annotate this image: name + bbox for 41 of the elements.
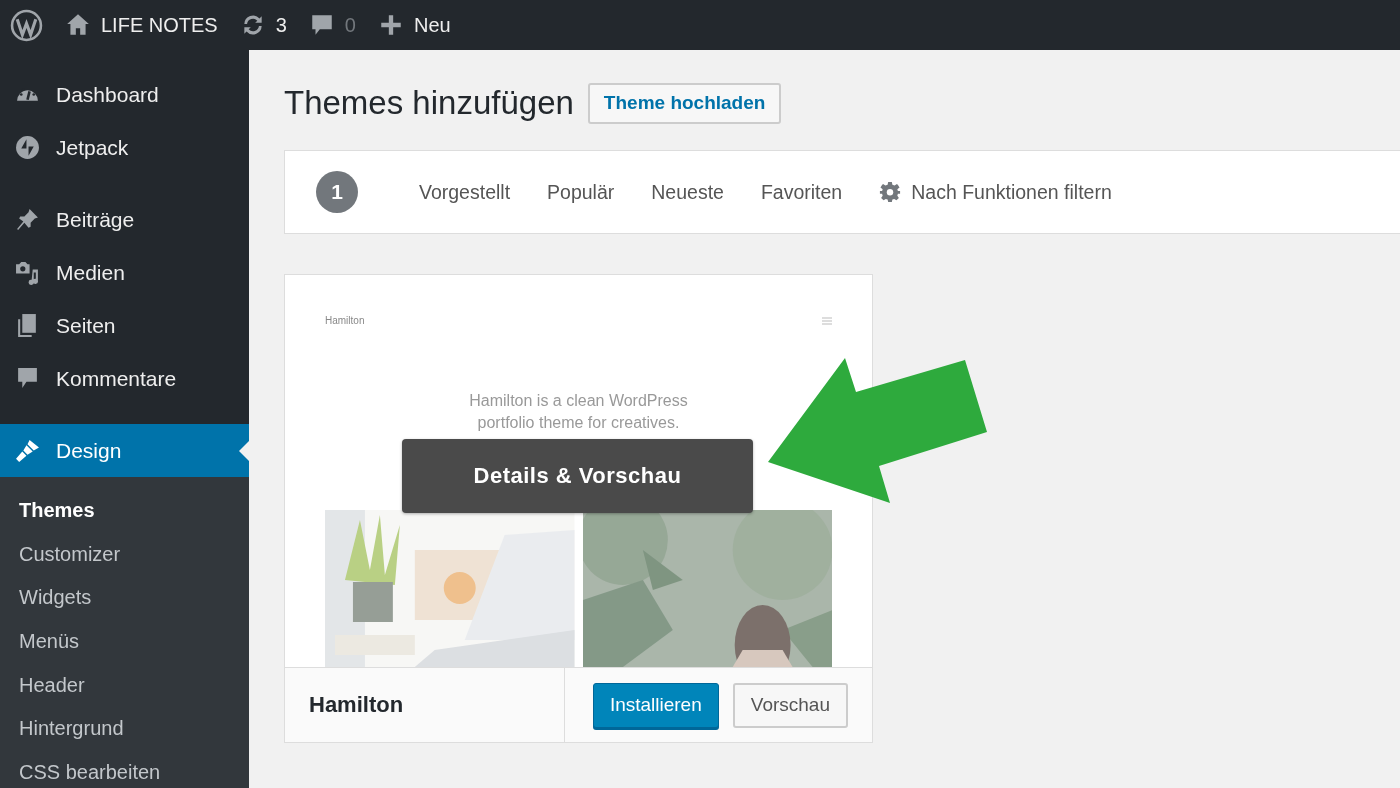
brush-icon	[15, 438, 40, 463]
menu-item[interactable]: Kommentare	[0, 352, 249, 405]
submenu-item[interactable]: CSS bearbeiten	[0, 750, 249, 788]
home-icon[interactable]	[65, 12, 91, 38]
wordpress-logo-icon[interactable]	[10, 8, 43, 42]
filter-tab[interactable]: Populär	[547, 176, 615, 208]
submenu-item[interactable]: Menüs	[0, 619, 249, 664]
preview-tagline: Hamilton is a clean WordPress portfolio theme for creatives.	[468, 391, 689, 433]
submenu-item[interactable]: Customizer	[0, 532, 249, 577]
submenu-item[interactable]: Themes	[0, 489, 249, 533]
submenu-item[interactable]: Hintergrund	[0, 706, 249, 751]
camera-music-icon	[15, 260, 40, 285]
submenu-item[interactable]: Header	[0, 663, 249, 707]
feature-filter-link[interactable]: Nach Funktionen filtern	[911, 176, 1112, 208]
menu-item[interactable]: Jetpack	[0, 121, 249, 174]
submenu-item[interactable]: Widgets	[0, 576, 249, 620]
theme-count: 1	[316, 171, 358, 213]
menu-item[interactable]: Seiten	[0, 299, 249, 352]
bolt-circle-icon	[15, 135, 40, 160]
pushpin-icon	[15, 207, 40, 232]
upload-theme-button[interactable]: Theme hochladen	[587, 82, 782, 124]
preview-button[interactable]: Vorschau	[732, 682, 848, 728]
theme-name: Hamilton	[308, 692, 404, 718]
comment-icon	[15, 366, 40, 391]
theme-card[interactable]: Hamilton Hamilton is a clean WordPress portfolio theme for creatives. Details & Vorschau Hamilton Installieren Vorschau	[284, 274, 873, 743]
menu-item[interactable]: Medien	[0, 246, 249, 299]
settings-icon[interactable]	[879, 181, 902, 203]
site-name-link[interactable]: LIFE NOTES	[101, 13, 218, 37]
update-count[interactable]: 3	[275, 13, 287, 37]
new-link[interactable]: Neu	[413, 13, 451, 37]
install-button[interactable]: Installieren	[592, 682, 719, 728]
filter-tab[interactable]: Neueste	[651, 176, 724, 208]
menu-item[interactable]: Design	[0, 424, 249, 477]
page-title: Themes hinzufügen	[284, 84, 574, 122]
menu-item[interactable]: Beiträge	[0, 193, 249, 246]
menu-icon	[822, 316, 832, 325]
filter-tab[interactable]: Favoriten	[760, 176, 843, 208]
preview-site-title: Hamilton	[325, 315, 365, 326]
details-preview-button[interactable]: Details & Vorschau	[402, 439, 753, 513]
menu-item[interactable]: Dashboard	[0, 68, 249, 121]
filter-tab[interactable]: Vorgestellt	[419, 176, 511, 208]
